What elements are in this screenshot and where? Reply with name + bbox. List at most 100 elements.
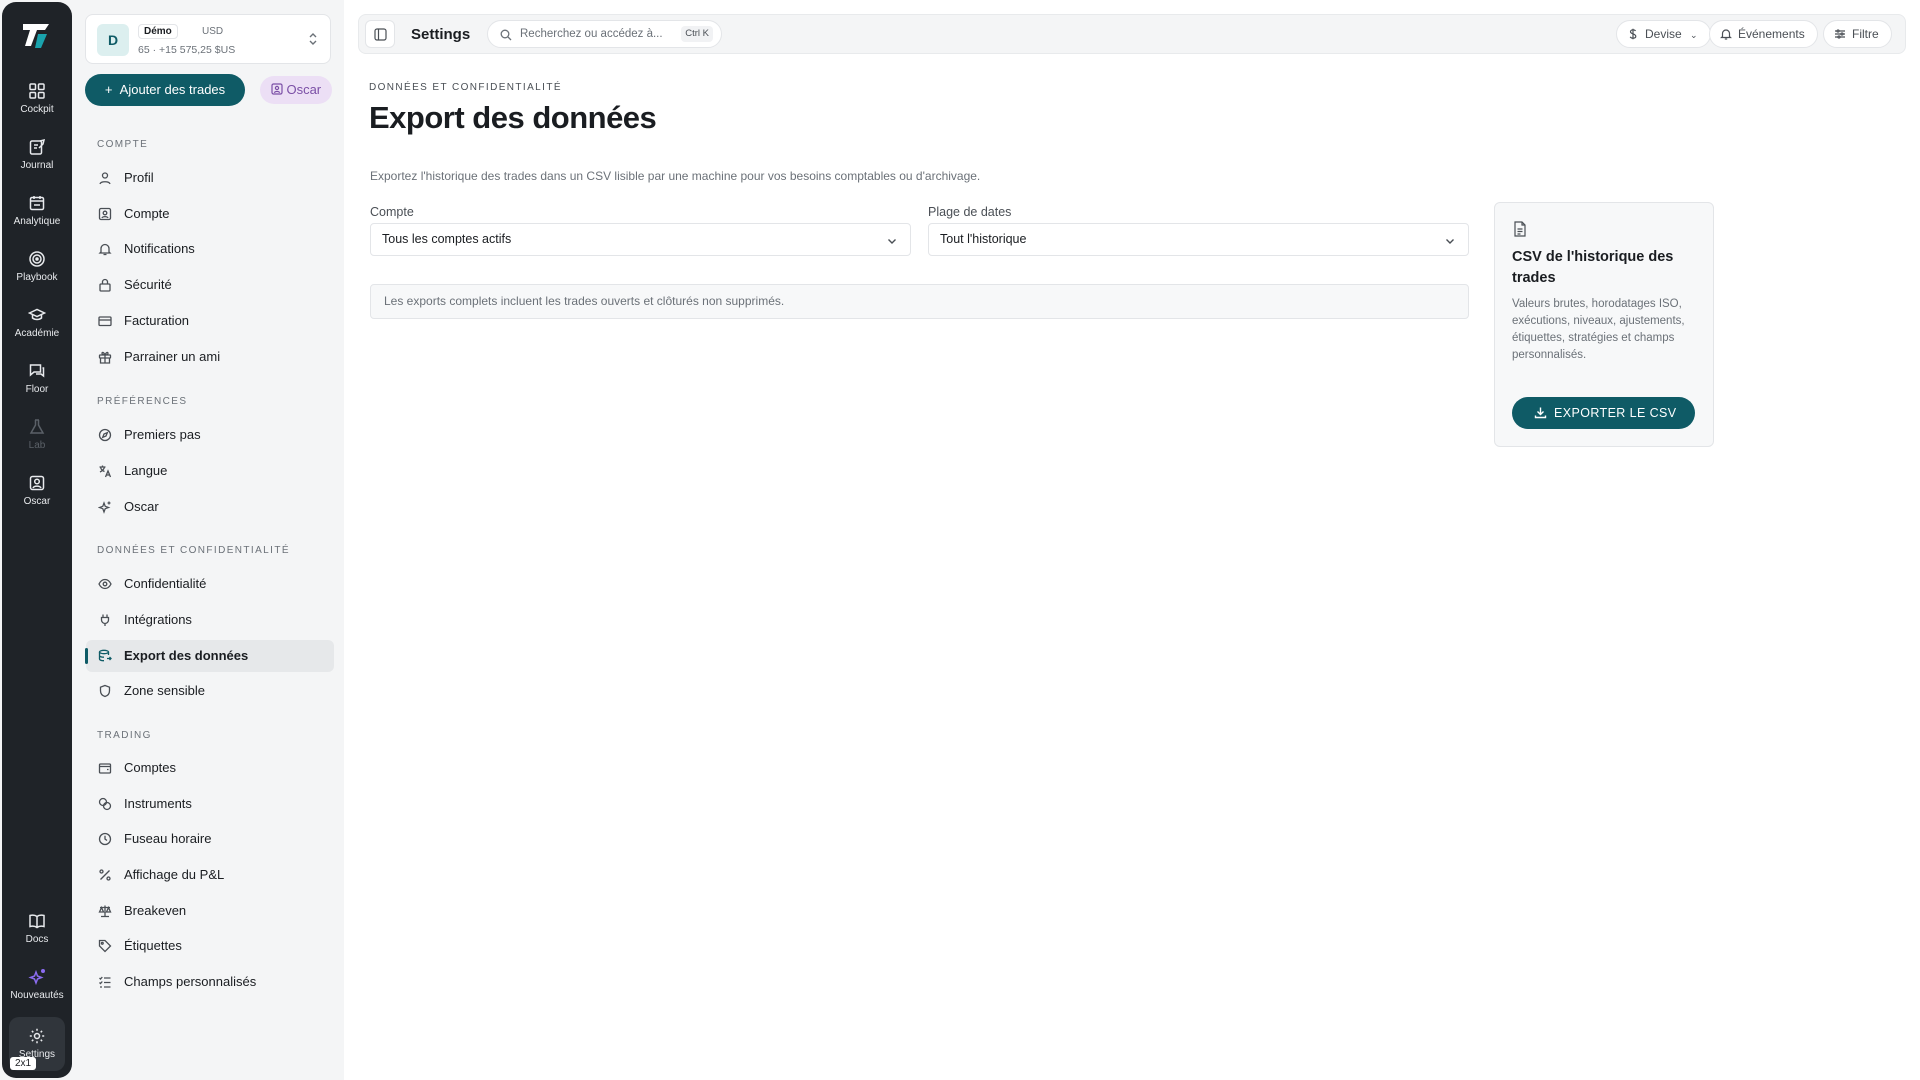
rail-label: Lab	[28, 440, 46, 451]
rail-label: Oscar	[23, 496, 51, 507]
nav-profil[interactable]: Profil	[86, 162, 334, 194]
nav-securite[interactable]: Sécurité	[86, 269, 334, 301]
add-trades-button[interactable]: + Ajouter des trades	[85, 74, 245, 106]
rail-label: Analytique	[13, 216, 61, 227]
clock-icon	[98, 832, 112, 846]
currency-dropdown[interactable]: Devise ⌄	[1616, 20, 1711, 48]
filter-sliders-icon	[1835, 29, 1845, 39]
account-tag: Démo	[138, 24, 178, 39]
rail-playbook[interactable]: Playbook	[2, 250, 72, 300]
nav-label: Fuseau horaire	[124, 831, 212, 846]
graduation-cap-icon	[28, 308, 46, 321]
shield-icon	[99, 684, 111, 698]
account-switcher[interactable]: D Démo USD 65 · +15 575,25 $US	[85, 14, 331, 64]
rail-label: Nouveautés	[10, 990, 64, 1001]
tag-icon	[98, 939, 112, 953]
list-check-icon	[99, 976, 111, 988]
nav-label: Confidentialité	[124, 576, 207, 591]
nav-premiers-pas[interactable]: Premiers pas	[86, 419, 334, 451]
top-bar: Settings Recherchez ou accédez à... Ctrl…	[358, 14, 1906, 54]
nav-instruments[interactable]: Instruments	[86, 788, 334, 820]
chevron-down-icon	[888, 239, 896, 244]
section-title: TRADING	[97, 730, 152, 741]
oscar-button[interactable]: Oscar	[260, 76, 332, 104]
sparkle-icon	[28, 969, 45, 986]
search-input[interactable]: Recherchez ou accédez à... Ctrl K	[487, 20, 722, 48]
nav-zone-sensible[interactable]: Zone sensible	[86, 675, 334, 707]
document-icon	[1514, 221, 1526, 237]
user-icon	[99, 172, 111, 185]
card-description: Valeurs brutes, horodatages ISO, exécuti…	[1512, 298, 1685, 361]
filter-button[interactable]: Filtre	[1823, 20, 1892, 48]
csv-export-card: CSV de l'historique des trades Valeurs b…	[1494, 202, 1714, 447]
credit-card-icon	[98, 316, 112, 327]
nav-export-donnees[interactable]: Export des données	[85, 640, 334, 672]
nav-etiquettes[interactable]: Étiquettes	[86, 930, 334, 962]
rail-analytique[interactable]: Analytique	[2, 194, 72, 244]
app-logo-icon[interactable]	[20, 18, 54, 52]
date-range-select[interactable]: Tout l'historique	[928, 223, 1469, 256]
rail-lab[interactable]: Lab	[2, 418, 72, 468]
sidebar-toggle-button[interactable]	[365, 20, 395, 48]
edit-note-icon	[29, 138, 46, 155]
target-icon	[29, 251, 45, 267]
rail-academie[interactable]: Académie	[2, 306, 72, 356]
bell-icon	[1720, 29, 1732, 40]
rail-label: Cockpit	[20, 104, 54, 115]
filter-label: Filtre	[1852, 27, 1879, 41]
rail-nouveautes[interactable]: Nouveautés	[2, 968, 72, 1018]
nav-champs-personnalises[interactable]: Champs personnalisés	[86, 966, 334, 998]
grid-icon	[29, 83, 45, 99]
nav-integrations[interactable]: Intégrations	[86, 604, 334, 636]
bell-icon	[98, 243, 112, 256]
nav-label: Oscar	[124, 499, 159, 514]
nav-fuseau-horaire[interactable]: Fuseau horaire	[86, 823, 334, 855]
account-select[interactable]: Tous les comptes actifs	[370, 223, 911, 256]
nav-breakeven[interactable]: Breakeven	[86, 895, 334, 927]
rail-journal[interactable]: Journal	[2, 138, 72, 188]
rail-docs[interactable]: Docs	[2, 912, 72, 962]
page-breadcrumb-title: Settings	[411, 26, 471, 43]
scale-icon	[98, 905, 112, 918]
rail-oscar[interactable]: Oscar	[2, 474, 72, 524]
percent-icon	[99, 869, 111, 881]
nav-label: Profil	[124, 170, 154, 185]
rail-floor[interactable]: Floor	[2, 362, 72, 412]
calendar-chart-icon	[29, 196, 45, 211]
nav-notifications[interactable]: Notifications	[86, 233, 334, 265]
rail-label: Journal	[20, 160, 54, 171]
nav-label: Instruments	[124, 796, 192, 811]
nav-label: Parrainer un ami	[124, 349, 221, 364]
rail-label: Floor	[25, 384, 49, 395]
plug-icon	[100, 614, 110, 626]
date-range-select-value: Tout l'historique	[940, 232, 1027, 246]
rail-label: Académie	[14, 328, 60, 339]
nav-facturation[interactable]: Facturation	[86, 305, 334, 337]
nav-comptes[interactable]: Comptes	[86, 752, 334, 784]
nav-oscar[interactable]: Oscar	[86, 491, 334, 523]
section-title: DONNÉES ET CONFIDENTIALITÉ	[97, 545, 290, 556]
rail-cockpit[interactable]: Cockpit	[2, 82, 72, 132]
nav-parrainer[interactable]: Parrainer un ami	[86, 341, 334, 373]
nav-compte[interactable]: Compte	[86, 198, 334, 230]
section-title: PRÉFÉRENCES	[97, 396, 188, 407]
search-shortcut: Ctrl K	[681, 26, 713, 42]
add-trades-label: Ajouter des trades	[119, 82, 226, 97]
account-field-label: Compte	[370, 205, 414, 219]
nav-label: Sécurité	[124, 277, 172, 292]
nav-langue[interactable]: Langue	[86, 455, 334, 487]
main-content: Settings Recherchez ou accédez à... Ctrl…	[344, 0, 1920, 1080]
nav-affichage-pnl[interactable]: Affichage du P&L	[86, 859, 334, 891]
date-range-field-label: Plage de dates	[928, 205, 1012, 219]
nav-label: Comptes	[124, 760, 177, 775]
download-icon	[1534, 407, 1547, 419]
oscar-label: Oscar	[286, 82, 322, 97]
export-csv-button[interactable]: EXPORTER LE CSV	[1512, 397, 1695, 429]
events-button[interactable]: Événements	[1709, 20, 1818, 48]
rail-label: Docs	[25, 934, 49, 945]
currency-label: Devise	[1645, 27, 1682, 41]
nav-label: Premiers pas	[124, 427, 201, 442]
section-kicker: DONNÉES ET CONFIDENTIALITÉ	[369, 82, 562, 93]
chat-icon	[29, 364, 45, 378]
nav-confidentialite[interactable]: Confidentialité	[86, 568, 334, 600]
